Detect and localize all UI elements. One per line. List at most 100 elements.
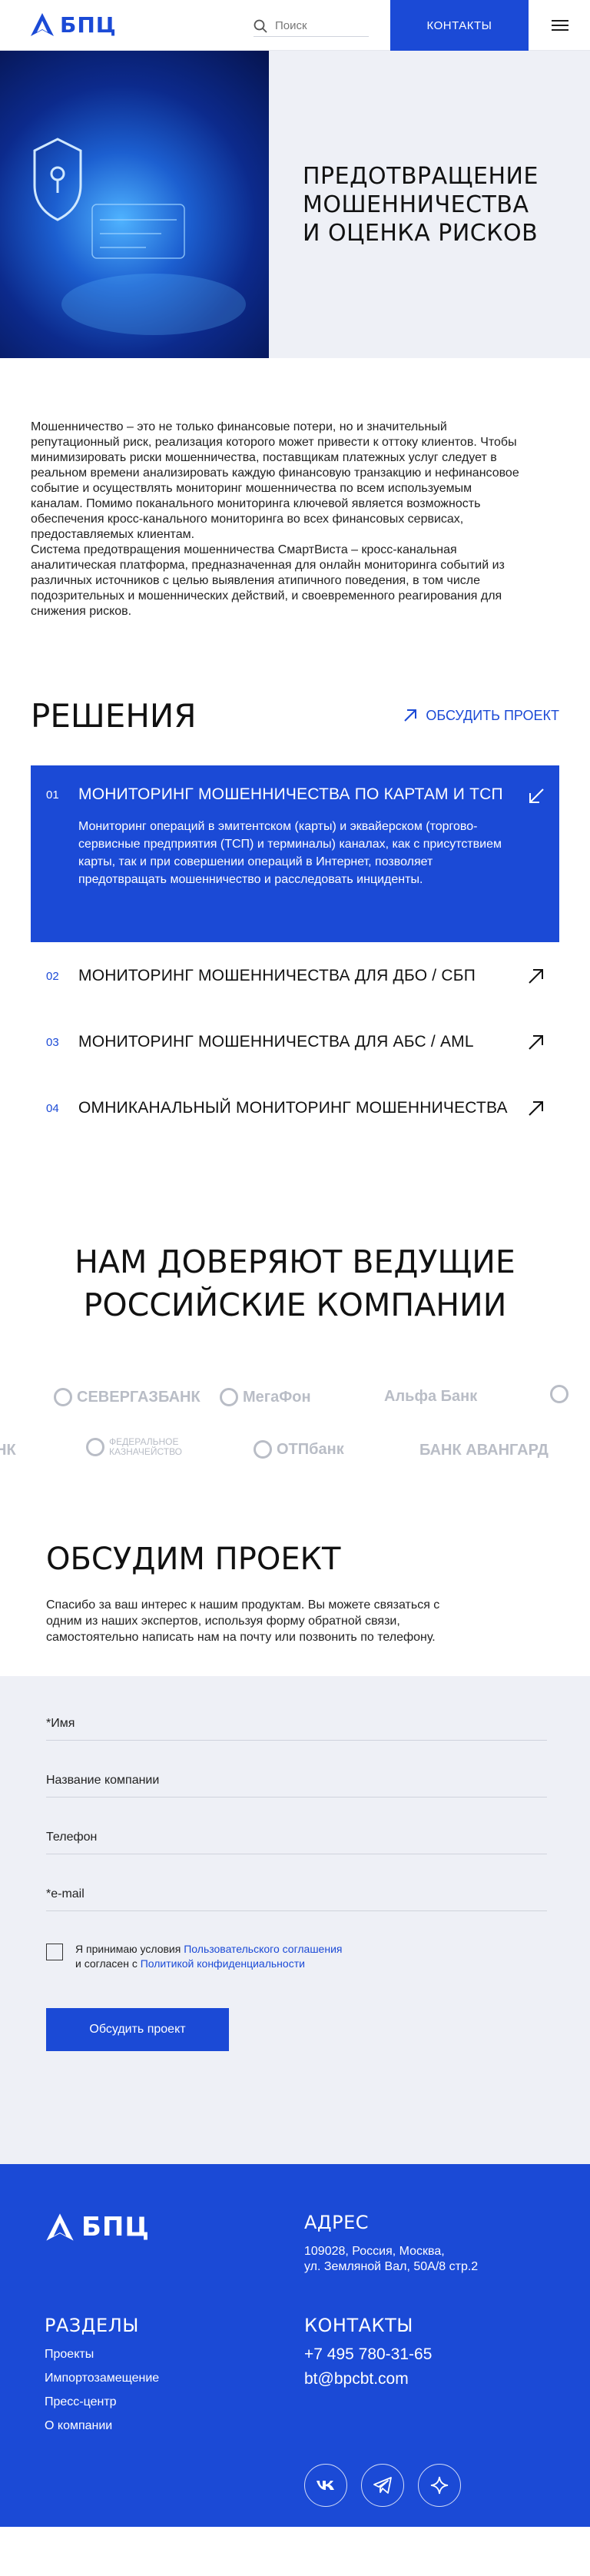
logo-icon [31,13,54,36]
hero: ПРЕДОТВРАЩЕНИЕ МОШЕННИЧЕСТВА И ОЦЕНКА РИ… [0,51,590,358]
address-line: ул. Земляной Вал, 50А/8 стр.2 [304,2260,479,2273]
client-logo-text: Альфа Банк [384,1388,478,1405]
client-logo-text: ФЕДЕРАЛЬНОЕ КАЗНАЧЕЙСТВО [109,1436,183,1457]
solution-item[interactable]: 03 МОНИТОРИНГ МОШЕННИЧЕСТВА ДЛЯ АБС / AM… [31,1008,559,1074]
email-field-label: *e-mail [46,1887,85,1900]
telegram-icon[interactable] [361,2464,404,2507]
discuss-project-link[interactable]: ОБСУДИТЬ ПРОЕКТ [403,708,559,724]
site-footer: БПЦ АДРЕС 109028, Россия, Москва, ул. Зе… [0,2164,590,2527]
client-logo-text: НК [0,1442,16,1459]
logo-icon [46,2213,74,2241]
sections-title: РАЗДЕЛЫ [45,2315,139,2336]
discuss-text: Спасибо за ваш интерес к нашим продуктам… [46,1598,440,1644]
client-logo-text: БАНК АВАНГАРД [419,1442,549,1459]
client-logo: НК [0,1442,16,1459]
agreement-checkbox[interactable] [46,1944,63,1960]
vk-icon[interactable] [304,2464,347,2507]
footer-logo[interactable]: БПЦ [45,2212,150,2242]
footer-nav-link[interactable]: Проекты [45,2342,159,2366]
clients-title-line: РОССИЙСКИЕ КОМПАНИИ [83,1286,507,1323]
arrow-down-left-icon [529,788,544,803]
client-logo: Альфа Банк [384,1388,477,1406]
logo[interactable]: БПЦ [29,12,117,38]
client-logo: МегаФон [220,1388,311,1406]
name-field[interactable]: *Имя [46,1710,547,1741]
agree-mid: и согласен с [75,1957,141,1970]
otp-logo-icon [254,1440,272,1459]
solutions-list: 01 МОНИТОРИНГ МОШЕННИЧЕСТВА ПО КАРТАМ И … [31,765,559,1140]
intro-text: Мошенничество – это не только финансовые… [0,358,553,619]
client-logo: ОТПбанк [254,1440,344,1459]
treasury-emblem-icon [86,1438,104,1456]
solution-number: 04 [46,1102,59,1115]
shield-icon [33,138,246,335]
social-links [304,2464,461,2507]
clients-title-line: НАМ ДОВЕРЯЮТ ВЕДУЩИЕ [75,1243,515,1280]
phone-link[interactable]: +7 495 780-31-65 [304,2342,432,2367]
name-field-label: *Имя [46,1717,75,1730]
solution-item[interactable]: 01 МОНИТОРИНГ МОШЕННИЧЕСТВА ПО КАРТАМ И … [31,765,559,942]
phone-field[interactable]: Телефон [46,1798,547,1854]
privacy-policy-link[interactable]: Политикой конфиденциальности [141,1957,305,1970]
logo-text: БПЦ [60,12,117,38]
client-logo-text: ОТПбанк [277,1440,344,1458]
severgazbank-logo-icon [54,1388,72,1406]
solution-number: 02 [46,970,59,983]
solutions-title: РЕШЕНИЯ [31,696,197,735]
footer-nav-link[interactable]: О компании [45,2414,159,2438]
page-title: ПРЕДОТВРАЩЕНИЕ МОШЕННИЧЕСТВА И ОЦЕНКА РИ… [303,162,539,247]
search-placeholder: Поиск [275,19,307,32]
title-line: ПРЕДОТВРАЩЕНИЕ [303,162,539,190]
client-logo-text: СЕВЕРГАЗБАНК [77,1388,201,1406]
sections-block: РАЗДЕЛЫ Проекты Импортозамещение Пресс-ц… [45,2315,159,2438]
footer-nav-link[interactable]: Импортозамещение [45,2366,159,2390]
client-logo: СЕВЕРГАЗБАНК [54,1388,201,1406]
contacts-block: КОНТАКТЫ +7 495 780-31-65 bt@bpcbt.com [304,2315,432,2392]
intro-paragraph: Система предотвращения мошенничества Сма… [31,543,505,618]
contacts-title: КОНТАКТЫ [304,2315,413,2336]
solution-title: ОМНИКАНАЛЬНЫЙ МОНИТОРИНГ МОШЕННИЧЕСТВА [78,1099,508,1117]
email-field[interactable]: *e-mail [46,1854,547,1911]
hero-text: ПРЕДОТВРАЩЕНИЕ МОШЕННИЧЕСТВА И ОЦЕНКА РИ… [269,51,590,358]
address-title: АДРЕС [304,2212,370,2233]
user-agreement-link[interactable]: Пользовательского соглашения [184,1943,342,1955]
solution-title: МОНИТОРИНГ МОШЕННИЧЕСТВА ДЛЯ ДБО / СБП [78,967,476,984]
agreement-text: Я принимаю условия Пользовательского сог… [75,1942,342,1971]
megafon-logo-icon [220,1388,238,1406]
solution-title: МОНИТОРИНГ МОШЕННИЧЕСТВА ДЛЯ АБС / AML [78,1033,474,1051]
solution-number: 01 [46,788,59,802]
intro-paragraph: Мошенничество – это не только финансовые… [31,420,519,541]
solution-item[interactable]: 04 ОМНИКАНАЛЬНЫЙ МОНИТОРИНГ МОШЕННИЧЕСТВ… [31,1074,559,1140]
agree-prefix: Я принимаю условия [75,1943,184,1955]
arrow-up-right-icon [529,1035,543,1050]
arrow-up-right-icon [529,1101,543,1116]
arrow-up-right-icon [529,969,543,984]
company-field-label: Название компании [46,1774,160,1787]
title-line: МОШЕННИЧЕСТВА [303,191,529,218]
solutions-header: РЕШЕНИЯ ОБСУДИТЬ ПРОЕКТ [0,696,590,735]
email-link[interactable]: bt@bpcbt.com [304,2367,432,2392]
address-block: АДРЕС 109028, Россия, Москва, ул. Землян… [304,2212,478,2275]
emblem-logo-icon [550,1385,568,1403]
client-logo: ФЕДЕРАЛЬНОЕ КАЗНАЧЕЙСТВО [86,1436,183,1457]
company-field[interactable]: Название компании [46,1741,547,1798]
clients-title: НАМ ДОВЕРЯЮТ ВЕДУЩИЕ РОССИЙСКИЕ КОМПАНИИ [0,1240,590,1326]
logo-text: БПЦ [81,2212,150,2242]
star-icon[interactable] [418,2464,461,2507]
clients-section: НАМ ДОВЕРЯЮТ ВЕДУЩИЕ РОССИЙСКИЕ КОМПАНИИ [0,1240,590,1326]
agreement: Я принимаю условия Пользовательского сог… [46,1942,544,1971]
solution-number: 03 [46,1036,59,1049]
hero-image [0,51,269,358]
search-icon [254,19,267,33]
contacts-button[interactable]: КОНТАКТЫ [390,0,529,51]
address-line: 109028, Россия, Москва, [304,2245,445,2258]
solution-item[interactable]: 02 МОНИТОРИНГ МОШЕННИЧЕСТВА ДЛЯ ДБО / СБ… [31,942,559,1008]
submit-button[interactable]: Обсудить проект [46,2008,229,2051]
client-logo-text: МегаФон [243,1388,311,1406]
site-header: БПЦ Поиск КОНТАКТЫ [0,0,590,51]
footer-nav-link[interactable]: Пресс-центр [45,2390,159,2414]
search-input[interactable]: Поиск [254,15,369,37]
solution-description: Мониторинг операций в эмитентском (карты… [78,820,502,886]
menu-icon[interactable] [552,20,568,31]
arrow-up-right-icon [404,709,417,722]
